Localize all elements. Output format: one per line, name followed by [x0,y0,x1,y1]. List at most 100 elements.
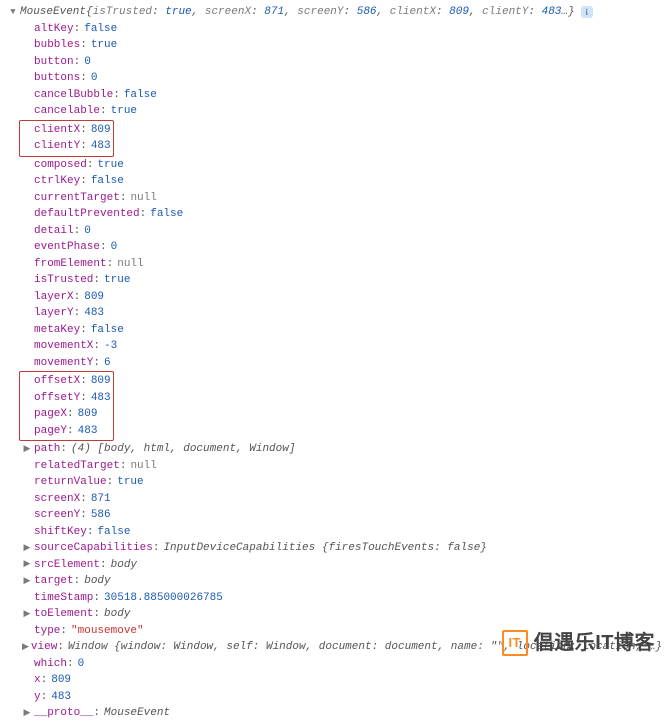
preview-value: … [561,6,568,18]
property-key: target [34,573,74,590]
expand-arrow-icon[interactable]: ▶ [22,443,32,457]
property-row: detail: 0 [22,223,661,240]
property-row: defaultPrevented: false [22,206,661,223]
expand-arrow-icon[interactable]: ▶ [22,707,32,721]
property-key: shiftKey [34,524,87,541]
preview-value: 871 [264,6,284,18]
property-row: buttons: 0 [22,70,661,87]
property-row: fromElement: null [22,256,661,273]
property-summary: body [111,557,137,574]
property-key: button [34,54,74,71]
property-key: layerY [34,305,74,322]
property-row: shiftKey: false [22,524,661,541]
property-row: clientY: 483 [22,138,111,155]
property-key: pageY [34,423,67,440]
preview-value: 483 [542,6,562,18]
property-row: offsetX: 809 [22,373,111,390]
property-value: 809 [84,289,104,306]
property-row: eventPhase: 0 [22,239,661,256]
property-summary: InputDeviceCapabilities {firesTouchEvent… [163,540,486,557]
property-value: false [91,173,124,190]
property-value: true [111,103,137,120]
property-row: composed: true [22,157,661,174]
property-value: 0 [84,223,91,240]
property-value: 0 [78,656,85,673]
property-key: srcElement [34,557,100,574]
property-row[interactable]: ▶path: (4) [body, html, document, Window… [22,441,661,458]
expand-arrow-icon[interactable]: ▶ [22,542,32,556]
property-key: metaKey [34,322,80,339]
property-value: true [97,157,123,174]
preview-key: isTrusted [93,6,152,18]
expand-arrow-icon[interactable]: ▶ [22,558,32,572]
property-value: 0 [84,54,91,71]
object-header[interactable]: ▼MouseEvent {isTrusted: true, screenX: 8… [8,4,661,21]
property-row: clientX: 809 [22,122,111,139]
preview-value: true [165,6,191,18]
property-value: 809 [91,373,111,390]
property-row: timeStamp: 30518.885000026785 [22,590,661,607]
property-value: false [97,524,130,541]
property-value: null [130,458,156,475]
property-value: 483 [84,305,104,322]
preview-key: screenY [297,6,343,18]
property-row[interactable]: ▶sourceCapabilities: InputDeviceCapabili… [22,540,661,557]
property-key: movementX [34,338,93,355]
property-value: -3 [104,338,117,355]
property-row[interactable]: ▶toElement: body [22,606,661,623]
property-key: which [34,656,67,673]
property-key: eventPhase [34,239,100,256]
property-key: offsetX [34,373,80,390]
property-key: timeStamp [34,590,93,607]
property-key: relatedTarget [34,458,120,475]
property-row: layerX: 809 [22,289,661,306]
preview-key: screenX [205,6,251,18]
property-key: fromElement [34,256,107,273]
preview-key: clientY [482,6,528,18]
property-key: type [34,623,60,640]
property-row: cancelable: true [22,103,661,120]
property-key: y [34,689,41,706]
expand-arrow-icon[interactable]: ▼ [8,6,18,20]
property-value: 0 [111,239,118,256]
watermark-logo-icon: IT [502,630,528,656]
info-icon[interactable]: i [581,6,593,18]
property-summary: body [84,573,110,590]
property-row: currentTarget: null [22,190,661,207]
expand-arrow-icon[interactable]: ▶ [22,575,32,589]
property-row: screenY: 586 [22,507,661,524]
property-key: buttons [34,70,80,87]
property-value: false [150,206,183,223]
property-value: 483 [78,423,98,440]
property-row: screenX: 871 [22,491,661,508]
property-row: cancelBubble: false [22,87,661,104]
property-key: screenY [34,507,80,524]
expand-arrow-icon[interactable]: ▶ [22,641,29,655]
expand-arrow-icon[interactable]: ▶ [22,608,32,622]
property-key: cancelBubble [34,87,113,104]
property-key: cancelable [34,103,100,120]
property-row[interactable]: ▶srcElement: body [22,557,661,574]
property-value: true [91,37,117,54]
property-value: 483 [91,390,111,407]
property-row: movementY: 6 [22,355,661,372]
property-key: movementY [34,355,93,372]
property-row: metaKey: false [22,322,661,339]
property-value: 809 [91,122,111,139]
property-key: view [31,639,57,656]
property-key: x [34,672,41,689]
property-row: movementX: -3 [22,338,661,355]
property-value: 30518.885000026785 [104,590,223,607]
property-value: null [117,256,143,273]
property-key: __proto__ [34,705,93,722]
property-row: ctrlKey: false [22,173,661,190]
property-row[interactable]: ▶__proto__: MouseEvent [22,705,661,722]
property-value: 871 [91,491,111,508]
property-summary: (4) [body, html, document, Window] [71,441,295,458]
property-value: 0 [91,70,98,87]
property-key: ctrlKey [34,173,80,190]
property-row: returnValue: true [22,474,661,491]
property-row[interactable]: ▶target: body [22,573,661,590]
property-key: layerX [34,289,74,306]
property-value: true [117,474,143,491]
